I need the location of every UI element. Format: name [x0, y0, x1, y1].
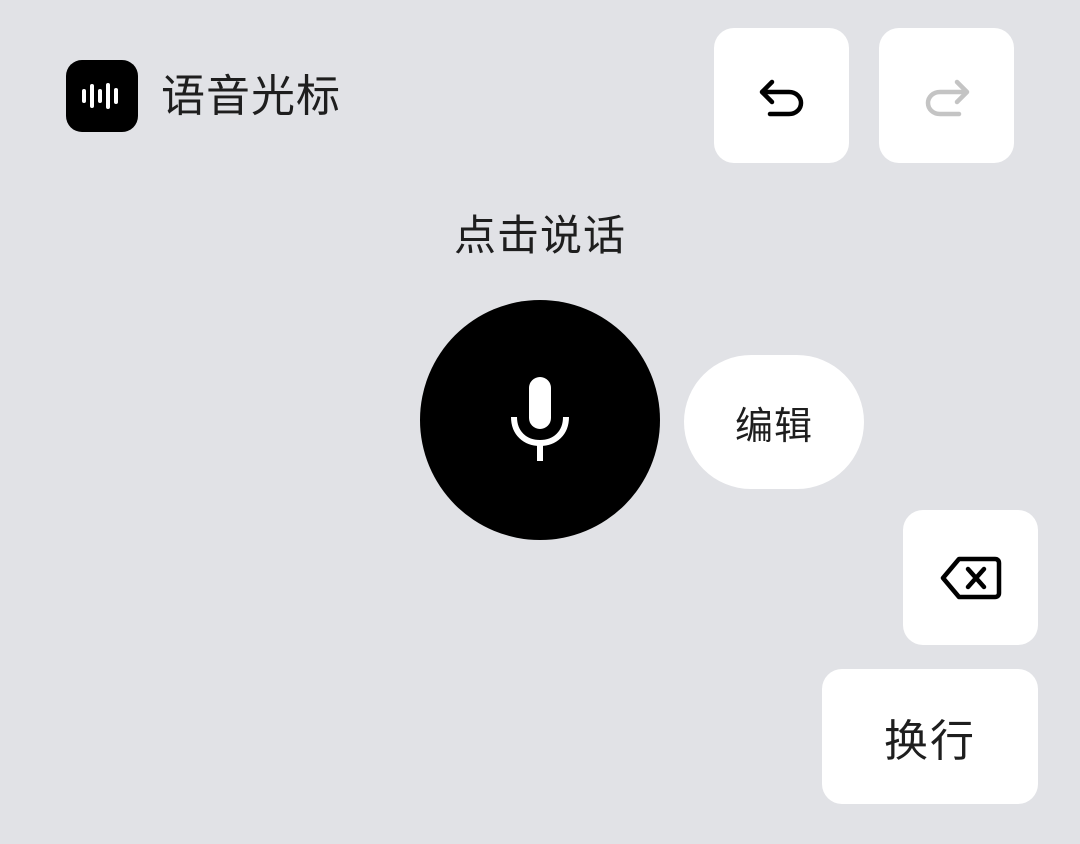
app-title: 语音光标: [161, 71, 341, 122]
undo-button[interactable]: [714, 28, 849, 163]
redo-button[interactable]: [879, 28, 1014, 163]
waveform-icon: [78, 81, 126, 111]
mic-button[interactable]: [420, 300, 660, 540]
redo-icon: [919, 68, 975, 124]
undo-icon: [754, 68, 810, 124]
newline-button[interactable]: 换行: [822, 669, 1038, 804]
edit-button[interactable]: 编辑: [684, 355, 864, 489]
tap-to-speak-hint: 点击说话: [453, 211, 626, 260]
app-logo: [66, 60, 138, 132]
microphone-icon: [505, 375, 575, 465]
backspace-icon: [939, 554, 1003, 602]
backspace-button[interactable]: [903, 510, 1038, 645]
